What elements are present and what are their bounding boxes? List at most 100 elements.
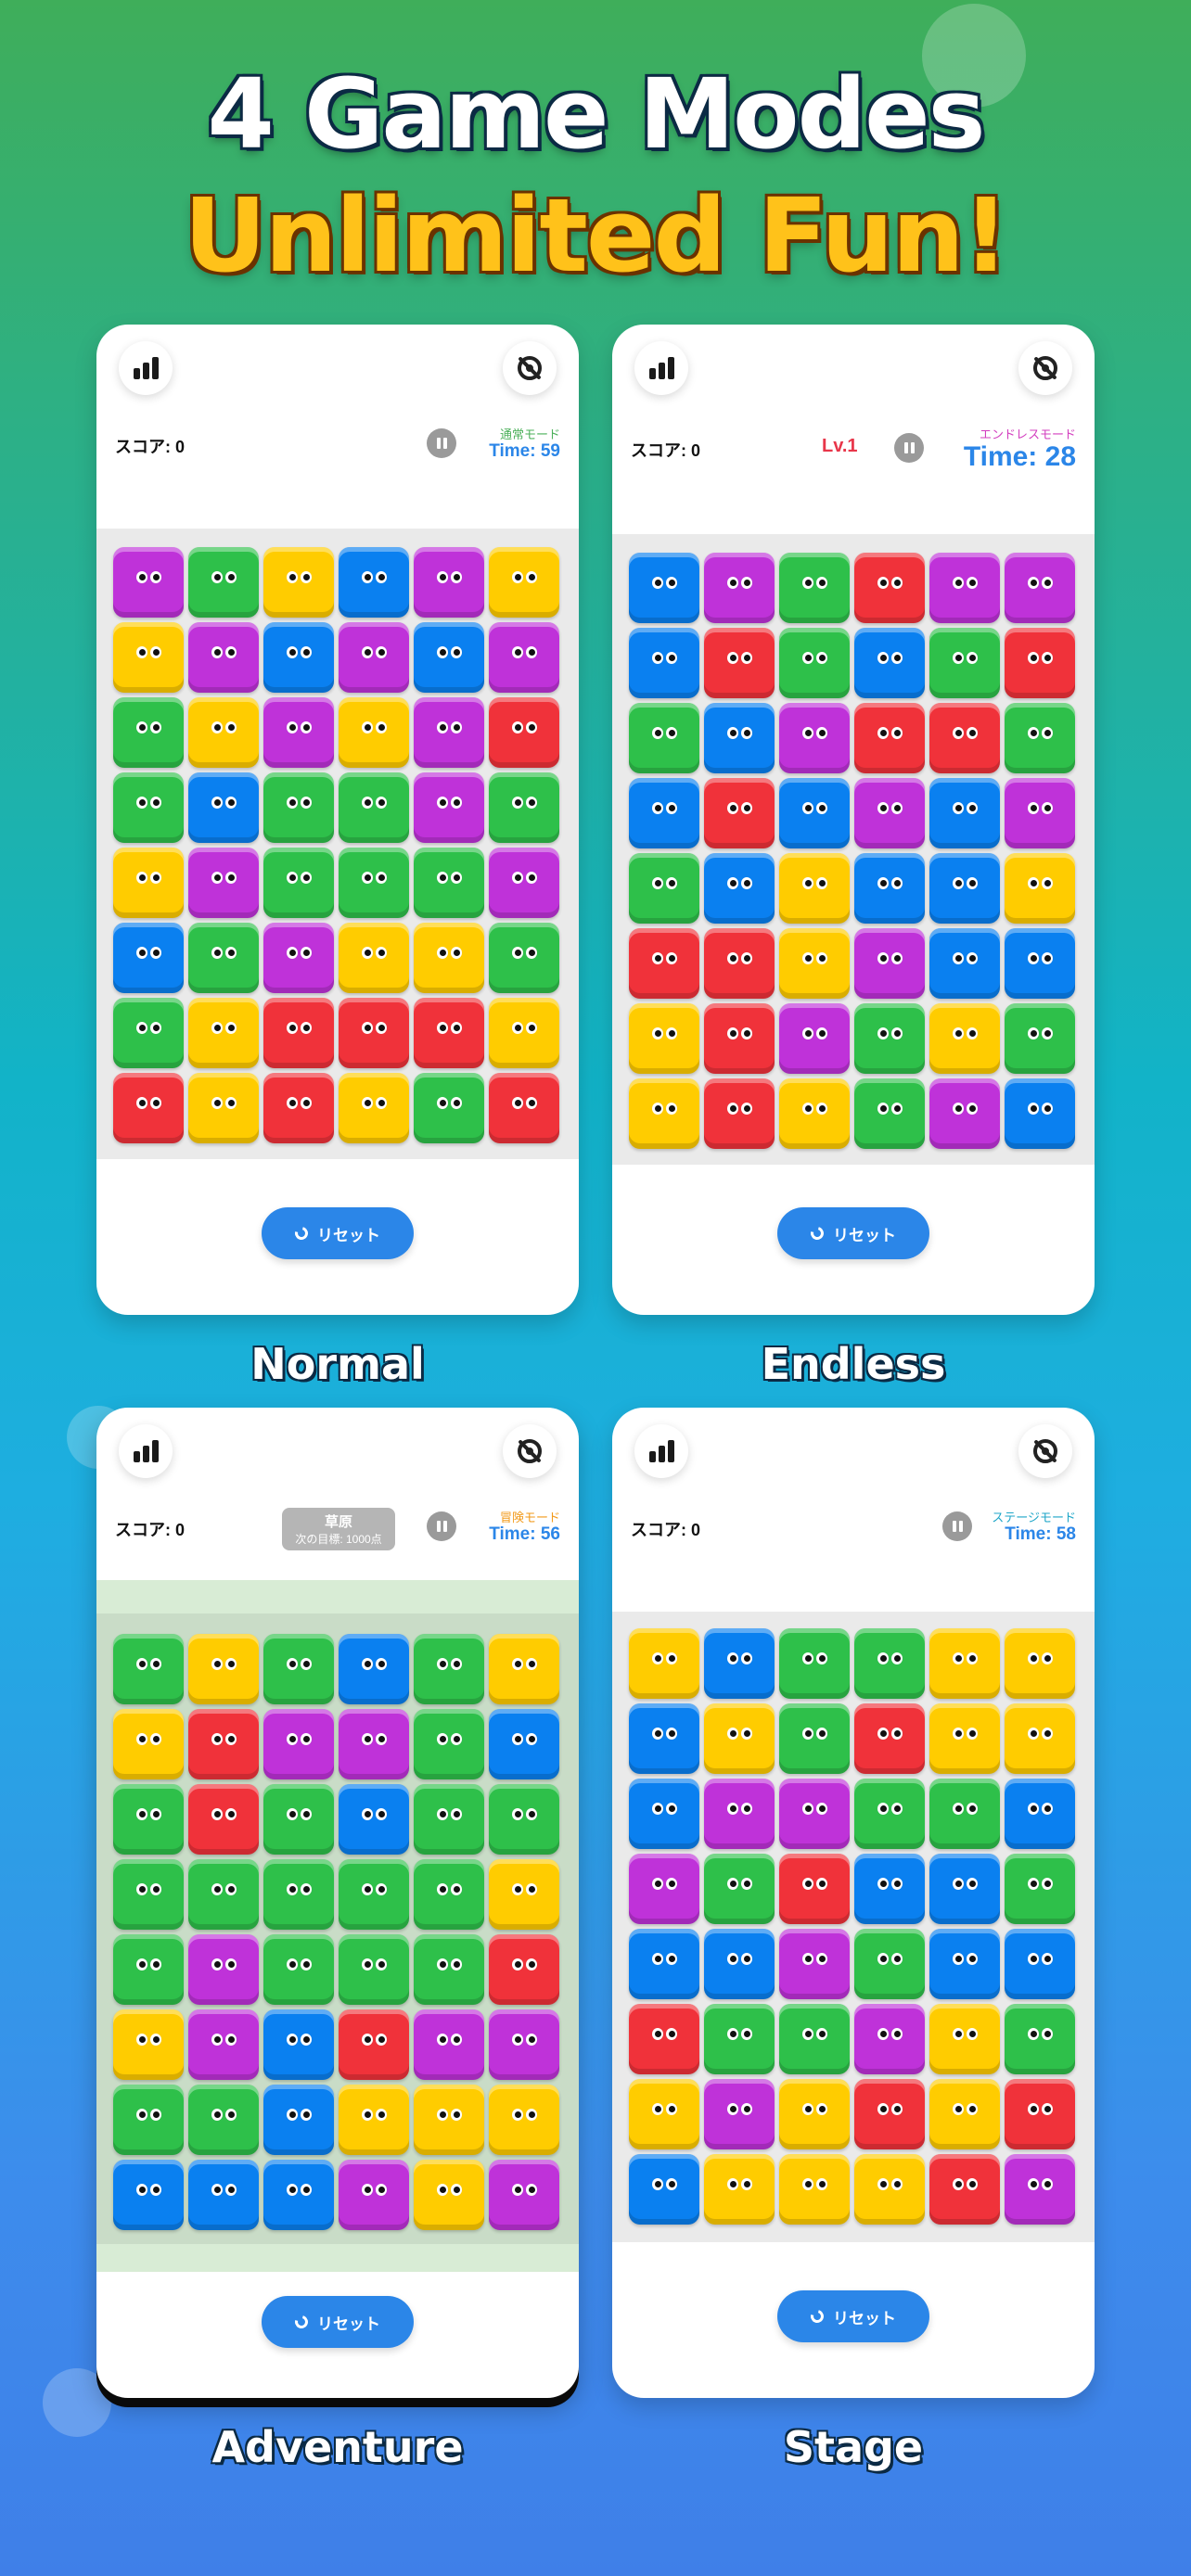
block-tile[interactable] bbox=[263, 848, 334, 918]
block-tile[interactable] bbox=[188, 1634, 259, 1704]
block-tile[interactable] bbox=[113, 697, 184, 768]
block-tile[interactable] bbox=[704, 1854, 775, 1924]
stats-button[interactable] bbox=[634, 341, 688, 395]
block-tile[interactable] bbox=[854, 1003, 925, 1074]
block-tile[interactable] bbox=[489, 848, 559, 918]
block-tile[interactable] bbox=[188, 923, 259, 993]
block-tile[interactable] bbox=[489, 998, 559, 1068]
block-tile[interactable] bbox=[704, 1703, 775, 1774]
block-tile[interactable] bbox=[854, 1628, 925, 1699]
block-tile[interactable] bbox=[339, 2009, 409, 2080]
block-tile[interactable] bbox=[854, 553, 925, 623]
block-tile[interactable] bbox=[1005, 1703, 1075, 1774]
block-tile[interactable] bbox=[489, 547, 559, 618]
block-tile[interactable] bbox=[779, 1854, 850, 1924]
block-tile[interactable] bbox=[929, 553, 1000, 623]
block-tile[interactable] bbox=[629, 1078, 699, 1149]
stats-button[interactable] bbox=[119, 341, 173, 395]
block-tile[interactable] bbox=[414, 2009, 484, 2080]
block-tile[interactable] bbox=[489, 697, 559, 768]
block-tile[interactable] bbox=[779, 1078, 850, 1149]
block-tile[interactable] bbox=[1005, 703, 1075, 773]
reset-button[interactable]: リセット bbox=[777, 1207, 929, 1259]
reset-button[interactable]: リセット bbox=[262, 2296, 414, 2348]
block-tile[interactable] bbox=[414, 772, 484, 843]
block-tile[interactable] bbox=[188, 697, 259, 768]
block-tile[interactable] bbox=[339, 1859, 409, 1930]
block-tile[interactable] bbox=[629, 1929, 699, 1999]
block-tile[interactable] bbox=[704, 2004, 775, 2074]
block-tile[interactable] bbox=[188, 998, 259, 1068]
block-tile[interactable] bbox=[1005, 2004, 1075, 2074]
block-tile[interactable] bbox=[263, 1634, 334, 1704]
block-tile[interactable] bbox=[929, 853, 1000, 924]
block-tile[interactable] bbox=[414, 1073, 484, 1143]
block-tile[interactable] bbox=[779, 628, 850, 698]
block-tile[interactable] bbox=[629, 928, 699, 999]
block-tile[interactable] bbox=[489, 1073, 559, 1143]
block-tile[interactable] bbox=[339, 1073, 409, 1143]
block-tile[interactable] bbox=[1005, 2079, 1075, 2149]
block-tile[interactable] bbox=[113, 1073, 184, 1143]
block-tile[interactable] bbox=[1005, 2154, 1075, 2225]
block-tile[interactable] bbox=[188, 772, 259, 843]
block-tile[interactable] bbox=[113, 1934, 184, 2005]
block-tile[interactable] bbox=[779, 553, 850, 623]
block-tile[interactable] bbox=[414, 1859, 484, 1930]
block-tile[interactable] bbox=[929, 1003, 1000, 1074]
block-tile[interactable] bbox=[854, 1929, 925, 1999]
block-tile[interactable] bbox=[629, 1703, 699, 1774]
block-tile[interactable] bbox=[339, 1784, 409, 1855]
block-tile[interactable] bbox=[779, 1628, 850, 1699]
block-tile[interactable] bbox=[113, 1859, 184, 1930]
block-tile[interactable] bbox=[929, 2079, 1000, 2149]
block-tile[interactable] bbox=[113, 1634, 184, 1704]
block-tile[interactable] bbox=[188, 622, 259, 693]
pause-button[interactable] bbox=[942, 1511, 972, 1541]
block-tile[interactable] bbox=[339, 1709, 409, 1779]
block-tile[interactable] bbox=[779, 1929, 850, 1999]
block-tile[interactable] bbox=[704, 1929, 775, 1999]
block-tile[interactable] bbox=[263, 2160, 334, 2230]
block-tile[interactable] bbox=[188, 1859, 259, 1930]
block-tile[interactable] bbox=[854, 2154, 925, 2225]
block-tile[interactable] bbox=[1005, 853, 1075, 924]
block-tile[interactable] bbox=[704, 628, 775, 698]
block-tile[interactable] bbox=[629, 778, 699, 848]
block-tile[interactable] bbox=[339, 1634, 409, 1704]
block-tile[interactable] bbox=[414, 1634, 484, 1704]
block-tile[interactable] bbox=[489, 2160, 559, 2230]
block-tile[interactable] bbox=[929, 928, 1000, 999]
block-tile[interactable] bbox=[113, 848, 184, 918]
block-tile[interactable] bbox=[489, 1859, 559, 1930]
block-tile[interactable] bbox=[113, 998, 184, 1068]
block-tile[interactable] bbox=[339, 622, 409, 693]
block-tile[interactable] bbox=[489, 2085, 559, 2155]
block-tile[interactable] bbox=[339, 772, 409, 843]
block-tile[interactable] bbox=[113, 2009, 184, 2080]
block-tile[interactable] bbox=[263, 1709, 334, 1779]
block-tile[interactable] bbox=[704, 1078, 775, 1149]
pause-button[interactable] bbox=[427, 1511, 456, 1541]
block-tile[interactable] bbox=[489, 1784, 559, 1855]
block-tile[interactable] bbox=[779, 1003, 850, 1074]
block-tile[interactable] bbox=[629, 703, 699, 773]
block-tile[interactable] bbox=[704, 2079, 775, 2149]
block-tile[interactable] bbox=[188, 1784, 259, 1855]
block-tile[interactable] bbox=[854, 853, 925, 924]
block-tile[interactable] bbox=[629, 1003, 699, 1074]
block-tile[interactable] bbox=[629, 2079, 699, 2149]
block-tile[interactable] bbox=[414, 1784, 484, 1855]
block-tile[interactable] bbox=[704, 1628, 775, 1699]
settings-button[interactable] bbox=[1018, 1424, 1072, 1478]
block-tile[interactable] bbox=[339, 848, 409, 918]
block-tile[interactable] bbox=[779, 1703, 850, 1774]
block-tile[interactable] bbox=[188, 848, 259, 918]
block-tile[interactable] bbox=[263, 1784, 334, 1855]
block-tile[interactable] bbox=[704, 2154, 775, 2225]
block-tile[interactable] bbox=[854, 703, 925, 773]
block-tile[interactable] bbox=[629, 1854, 699, 1924]
block-tile[interactable] bbox=[854, 628, 925, 698]
reset-button[interactable]: リセット bbox=[777, 2290, 929, 2342]
block-tile[interactable] bbox=[629, 853, 699, 924]
